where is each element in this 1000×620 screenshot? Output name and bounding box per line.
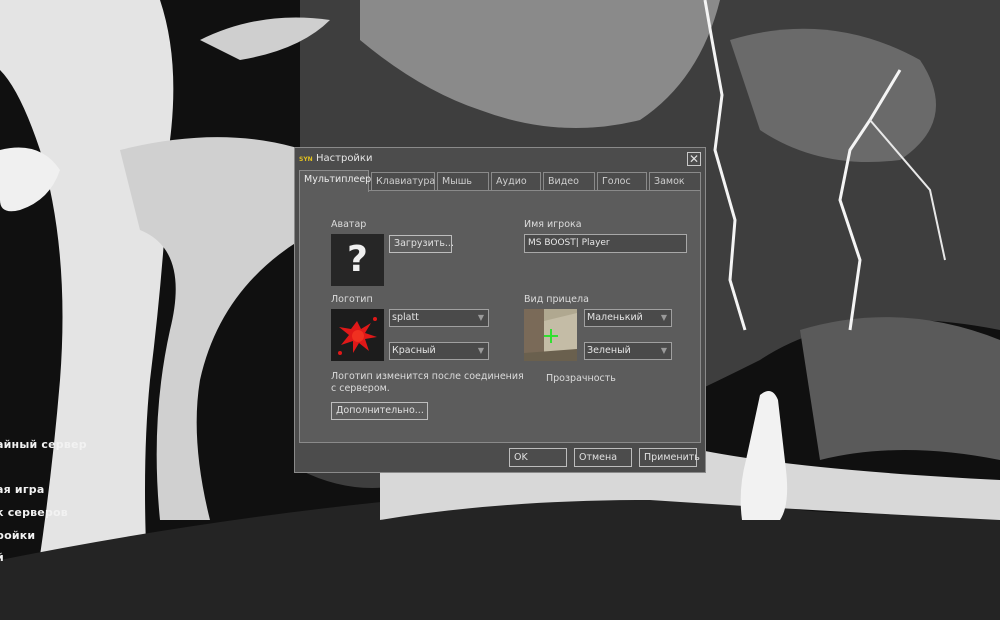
tab-audio[interactable]: Аудио xyxy=(491,172,541,190)
tab-voice[interactable]: Голос xyxy=(597,172,647,190)
transparency-label: Прозрачность xyxy=(546,373,616,384)
menu-item-new-game[interactable]: ая игра xyxy=(0,483,44,496)
avatar: ? xyxy=(331,234,384,286)
dialog-title: Настройки xyxy=(316,153,373,164)
game-logo-icon: SYN xyxy=(299,156,313,163)
settings-dialog: SYN Настройки ✕ Мультиплеер Клавиатура М… xyxy=(294,147,706,473)
cancel-button[interactable]: Отмена xyxy=(574,448,632,467)
avatar-label: Аватар xyxy=(331,219,367,230)
tab-multiplayer[interactable]: Мультиплеер xyxy=(299,170,371,192)
crosshair-preview-image xyxy=(524,309,577,361)
menu-item-exit[interactable]: й xyxy=(0,551,4,564)
tab-mouse[interactable]: Мышь xyxy=(437,172,489,190)
tab-video[interactable]: Видео xyxy=(543,172,595,190)
spray-logo-preview xyxy=(331,309,384,361)
player-name-input[interactable]: MS BOOST| Player xyxy=(524,234,687,253)
crosshair-preview xyxy=(524,309,577,361)
apply-button[interactable]: Применить xyxy=(639,448,700,467)
close-icon: ✕ xyxy=(688,152,700,166)
close-button[interactable]: ✕ xyxy=(687,152,701,166)
chevron-down-icon: ▼ xyxy=(477,346,484,355)
menu-item-settings[interactable]: ройки xyxy=(0,529,35,542)
splatt-logo-icon xyxy=(331,309,384,361)
logo-select[interactable]: splatt ▼ xyxy=(389,309,489,327)
advanced-button[interactable]: Дополнительно... xyxy=(331,402,428,420)
tab-keyboard[interactable]: Клавиатура xyxy=(371,172,435,190)
chevron-down-icon: ▼ xyxy=(660,313,667,322)
menu-item-server-list[interactable]: к серверов xyxy=(0,506,68,519)
player-name-label: Имя игрока xyxy=(524,219,582,230)
menu-item-create-server[interactable]: айный сервер xyxy=(0,438,87,451)
ok-button[interactable]: OK xyxy=(509,448,567,467)
logo-label: Логотип xyxy=(331,294,373,305)
upload-avatar-button[interactable]: Загрузить... xyxy=(389,235,454,253)
settings-tabs: Мультиплеер Клавиатура Мышь Аудио Видео … xyxy=(299,170,703,192)
logo-note-line-2: с сервером. xyxy=(331,383,390,394)
logo-color-select-value: Красный xyxy=(392,345,436,356)
chevron-down-icon: ▼ xyxy=(477,313,484,322)
crosshair-color-select[interactable]: Зеленый ▼ xyxy=(584,342,672,360)
chevron-down-icon: ▼ xyxy=(660,346,667,355)
multiplayer-panel: Аватар ? Загрузить... Логотип splatt ▼ К… xyxy=(299,190,701,443)
crosshair-color-value: Зеленый xyxy=(587,345,631,356)
dialog-titlebar[interactable]: SYN Настройки ✕ xyxy=(295,148,705,170)
crosshair-size-select[interactable]: Маленький ▼ xyxy=(584,309,672,327)
crosshair-label: Вид прицела xyxy=(524,294,589,305)
tab-lock[interactable]: Замок xyxy=(649,172,701,190)
logo-select-value: splatt xyxy=(392,312,419,323)
logo-color-select[interactable]: Красный ▼ xyxy=(389,342,489,360)
crosshair-size-value: Маленький xyxy=(587,312,643,323)
logo-note-line-1: Логотип изменится после соединения xyxy=(331,371,524,382)
